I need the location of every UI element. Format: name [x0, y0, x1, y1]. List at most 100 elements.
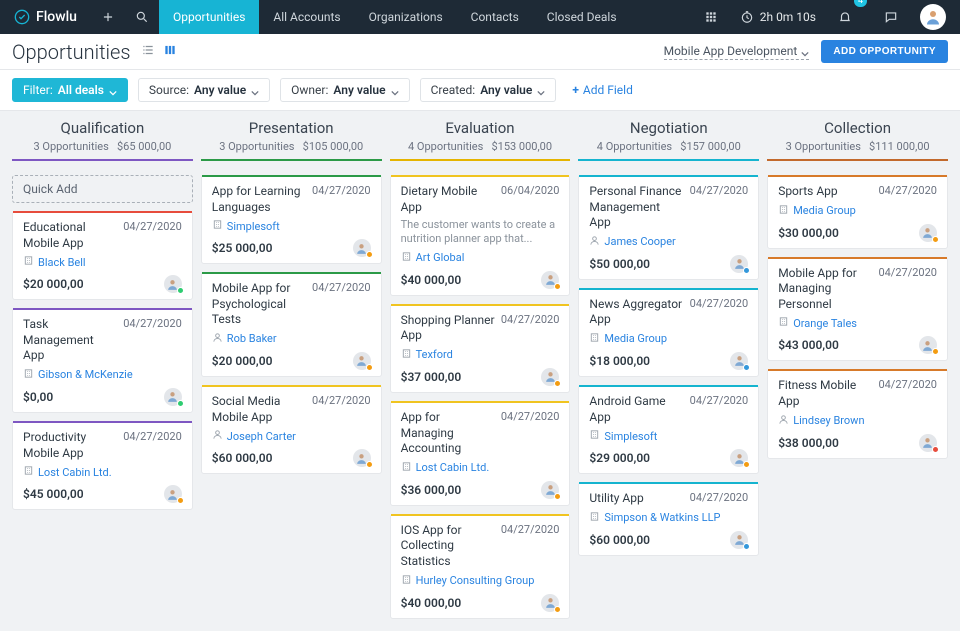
assignee-avatar[interactable]	[730, 255, 748, 273]
card-account-link[interactable]: James Cooper	[604, 235, 675, 248]
opportunity-card[interactable]: Mobile App for Psychological Tests04/27/…	[201, 272, 382, 377]
nav-opportunities[interactable]: Opportunities	[159, 0, 259, 34]
card-account-link[interactable]: Hurley Consulting Group	[416, 574, 535, 587]
logo[interactable]: Flowlu	[0, 9, 91, 25]
card-account[interactable]: Simplesoft	[589, 429, 748, 443]
opportunity-card[interactable]: Mobile App for Managing Personnel04/27/2…	[767, 257, 948, 362]
card-title: Mobile App for Managing Personnel	[778, 266, 872, 313]
card-account-link[interactable]: Art Global	[416, 251, 465, 264]
messages-button[interactable]	[874, 0, 908, 34]
card-account-link[interactable]: Lost Cabin Ltd.	[38, 466, 112, 479]
card-account[interactable]: Black Bell	[23, 255, 182, 269]
card-account[interactable]: Texford	[401, 348, 560, 362]
column-summary: 4 Opportunities $153 000,00	[390, 140, 571, 153]
opportunity-card[interactable]: Dietary Mobile App06/04/2020The customer…	[390, 175, 571, 296]
card-account-link[interactable]: Lost Cabin Ltd.	[416, 461, 490, 474]
assignee-avatar[interactable]	[164, 485, 182, 503]
column-header: Qualification3 Opportunities $65 000,00	[12, 111, 193, 167]
assignee-avatar[interactable]	[164, 388, 182, 406]
assignee-avatar[interactable]	[541, 594, 559, 612]
list-view-button[interactable]	[141, 43, 155, 60]
card-account[interactable]: Lost Cabin Ltd.	[401, 461, 560, 475]
opportunity-card[interactable]: Sports App04/27/2020Media Group$30 000,0…	[767, 175, 948, 249]
card-account[interactable]: Rob Baker	[212, 332, 371, 346]
assignee-avatar[interactable]	[541, 271, 559, 289]
card-account[interactable]: Simpson & Watkins LLP	[589, 511, 748, 525]
opportunity-card[interactable]: Utility App04/27/2020Simpson & Watkins L…	[578, 482, 759, 556]
nav-contacts[interactable]: Contacts	[457, 0, 533, 34]
column-header: Presentation3 Opportunities $105 000,00	[201, 111, 382, 167]
opportunity-card[interactable]: Shopping Planner App04/27/2020Texford$37…	[390, 304, 571, 393]
filter-created[interactable]: Created: Any value	[420, 78, 557, 102]
opportunity-card[interactable]: Android Game App04/27/2020Simplesoft$29 …	[578, 385, 759, 474]
add-button[interactable]	[91, 0, 125, 34]
assignee-avatar[interactable]	[919, 224, 937, 242]
assignee-avatar[interactable]	[919, 336, 937, 354]
status-dot	[177, 497, 184, 504]
card-account[interactable]: Simplesoft	[212, 219, 371, 233]
card-date: 04/27/2020	[312, 184, 371, 215]
nav-organizations[interactable]: Organizations	[355, 0, 457, 34]
assignee-avatar[interactable]	[541, 481, 559, 499]
column-collection: Collection3 Opportunities $111 000,00Spo…	[767, 111, 948, 619]
card-account-link[interactable]: Gibson & McKenzie	[38, 368, 133, 381]
opportunity-card[interactable]: Task Management App04/27/2020Gibson & Mc…	[12, 308, 193, 413]
opportunity-card[interactable]: App for Managing Accounting04/27/2020Los…	[390, 401, 571, 506]
card-account-link[interactable]: Orange Tales	[793, 317, 857, 330]
assignee-avatar[interactable]	[730, 352, 748, 370]
opportunity-card[interactable]: Educational Mobile App04/27/2020Black Be…	[12, 211, 193, 300]
assignee-avatar[interactable]	[919, 434, 937, 452]
status-dot	[932, 348, 939, 355]
user-avatar[interactable]	[920, 4, 946, 30]
filter-owner[interactable]: Owner: Any value	[280, 78, 409, 102]
card-account-link[interactable]: Simpson & Watkins LLP	[604, 511, 720, 524]
assignee-avatar[interactable]	[730, 449, 748, 467]
opportunity-card[interactable]: IOS App for Collecting Statistics04/27/2…	[390, 514, 571, 619]
opportunity-card[interactable]: App for Learning Languages04/27/2020Simp…	[201, 175, 382, 264]
search-button[interactable]	[125, 0, 159, 34]
assignee-avatar[interactable]	[541, 368, 559, 386]
nav-closed-deals[interactable]: Closed Deals	[533, 0, 631, 34]
filter-source[interactable]: Source: Any value	[138, 78, 270, 102]
quick-add-button[interactable]: Quick Add	[12, 175, 193, 203]
card-account[interactable]: Hurley Consulting Group	[401, 574, 560, 588]
card-account-link[interactable]: Media Group	[793, 204, 856, 217]
opportunity-card[interactable]: Fitness Mobile App04/27/2020Lindsey Brow…	[767, 369, 948, 458]
timer[interactable]: 2h 0m 10s	[740, 10, 816, 24]
assignee-avatar[interactable]	[730, 531, 748, 549]
assignee-avatar[interactable]	[164, 275, 182, 293]
card-account[interactable]: Orange Tales	[778, 316, 937, 330]
card-account[interactable]: Lost Cabin Ltd.	[23, 465, 182, 479]
assignee-avatar[interactable]	[353, 352, 371, 370]
assignee-avatar[interactable]	[353, 449, 371, 467]
add-field-button[interactable]: + Add Field	[566, 79, 639, 101]
opportunity-card[interactable]: Productivity Mobile App04/27/2020Lost Ca…	[12, 421, 193, 510]
pipeline-selector[interactable]: Mobile App Development	[664, 44, 810, 60]
status-dot	[743, 461, 750, 468]
card-account[interactable]: Art Global	[401, 251, 560, 265]
notifications-button[interactable]: 4	[828, 0, 862, 34]
filter-main[interactable]: Filter: All deals	[12, 78, 128, 102]
card-account-link[interactable]: Lindsey Brown	[793, 414, 864, 427]
card-account-link[interactable]: Joseph Carter	[227, 430, 296, 443]
nav-all-accounts[interactable]: All Accounts	[259, 0, 354, 34]
card-account[interactable]: James Cooper	[589, 235, 748, 249]
opportunity-card[interactable]: News Aggregator App04/27/2020Media Group…	[578, 288, 759, 377]
card-account-link[interactable]: Simplesoft	[604, 430, 657, 443]
kanban-view-button[interactable]	[163, 43, 177, 60]
card-account[interactable]: Media Group	[778, 204, 937, 218]
opportunity-card[interactable]: Personal Finance Management App04/27/202…	[578, 175, 759, 280]
card-account[interactable]: Media Group	[589, 332, 748, 346]
card-account-link[interactable]: Black Bell	[38, 256, 86, 269]
card-account-link[interactable]: Media Group	[604, 332, 667, 345]
card-account[interactable]: Joseph Carter	[212, 429, 371, 443]
add-opportunity-button[interactable]: ADD OPPORTUNITY	[821, 40, 948, 63]
apps-button[interactable]	[694, 0, 728, 34]
card-account-link[interactable]: Simplesoft	[227, 220, 280, 233]
opportunity-card[interactable]: Social Media Mobile App04/27/2020Joseph …	[201, 385, 382, 474]
card-account[interactable]: Gibson & McKenzie	[23, 368, 182, 382]
card-account-link[interactable]: Rob Baker	[227, 332, 277, 345]
card-account-link[interactable]: Texford	[416, 348, 453, 361]
assignee-avatar[interactable]	[353, 239, 371, 257]
card-account[interactable]: Lindsey Brown	[778, 414, 937, 428]
